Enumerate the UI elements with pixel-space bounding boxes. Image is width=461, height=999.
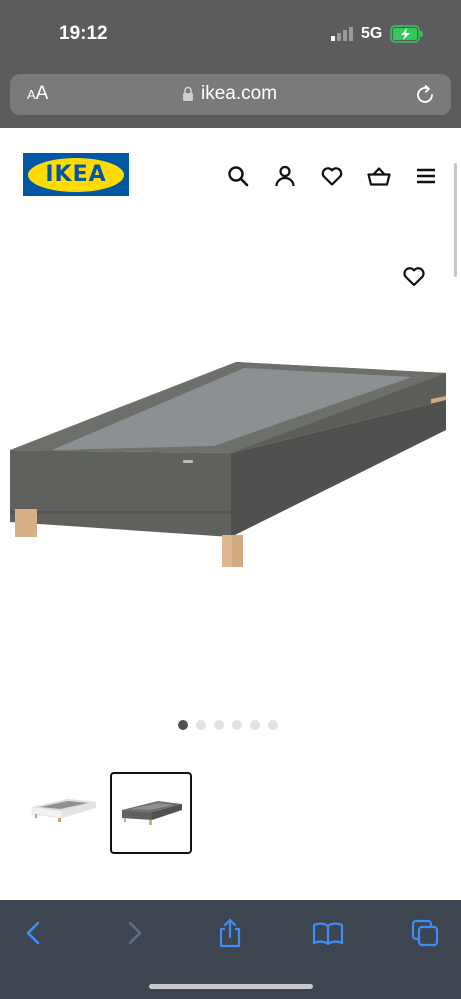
search-icon[interactable]	[226, 164, 250, 188]
scroll-indicator[interactable]	[454, 163, 457, 277]
url-text: ikea.com	[201, 83, 278, 104]
gallery-dot[interactable]	[178, 720, 188, 730]
gallery-dot[interactable]	[232, 720, 242, 730]
address-bar[interactable]: AA ikea.com	[10, 74, 451, 115]
gallery-dot[interactable]	[268, 720, 278, 730]
logo-oval: IKEA	[28, 157, 124, 192]
basket-icon[interactable]	[367, 164, 391, 188]
gallery-dot[interactable]	[214, 720, 224, 730]
gallery-pagination	[178, 720, 288, 732]
thumbnail-dark-grey-variant-selected[interactable]	[110, 772, 192, 854]
network-label: 5G	[361, 25, 383, 42]
profile-icon[interactable]	[273, 164, 297, 188]
ikea-logo[interactable]: IKEA	[23, 153, 129, 196]
tabs-icon[interactable]	[409, 917, 441, 949]
lock-icon	[183, 86, 193, 101]
forward-icon	[128, 921, 142, 945]
browser-address-area: AA ikea.com	[0, 68, 461, 128]
heart-icon[interactable]	[320, 164, 344, 188]
share-icon[interactable]	[214, 917, 246, 949]
gallery-dot[interactable]	[196, 720, 206, 730]
menu-icon[interactable]	[414, 164, 438, 188]
thumbnail-dark-grey-image	[122, 801, 182, 825]
aa-small-label: A	[27, 87, 36, 102]
status-bar: 19:12 5G	[0, 0, 461, 68]
battery-charging-icon	[390, 25, 423, 43]
page-content: IKEA	[0, 128, 461, 900]
product-image-bed-base[interactable]	[0, 356, 461, 576]
signal-icon	[331, 27, 353, 41]
reader-aa-button[interactable]: AA	[27, 84, 48, 105]
back-icon[interactable]	[18, 917, 50, 949]
status-time: 19:12	[59, 23, 108, 44]
thumbnail-white-variant[interactable]	[24, 773, 104, 853]
aa-large-label: A	[35, 83, 49, 104]
logo-text: IKEA	[45, 162, 107, 187]
home-indicator[interactable]	[149, 984, 313, 989]
gallery-dot[interactable]	[250, 720, 260, 730]
bookmarks-icon[interactable]	[312, 917, 344, 949]
reload-icon[interactable]	[414, 84, 436, 106]
favourite-product-icon[interactable]	[402, 265, 426, 287]
